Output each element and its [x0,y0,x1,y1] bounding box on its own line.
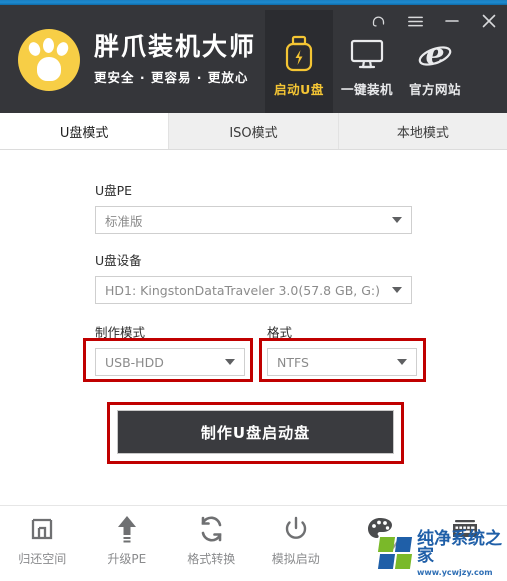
monitor-icon [350,31,384,77]
field-pe: U盘PE 标准版 [95,180,412,234]
mode-tabs: U盘模式 ISO模式 本地模式 [0,113,507,150]
application-window: 胖爪装机大师 更安全 · 更容易 · 更放心 启动U盘 一键装机 e 官方网站 … [0,0,507,581]
app-subtitle: 更安全 · 更容易 · 更放心 [94,69,249,85]
chevron-down-icon [392,217,402,223]
tool-upgrade-pe[interactable]: 升级PE [85,514,170,567]
keyboard-icon [451,514,479,544]
nav-label: 一键装机 [340,81,393,97]
tool-palette[interactable] [338,514,423,550]
close-icon[interactable] [479,11,499,31]
nav-item-usb-boot[interactable]: 启动U盘 [265,10,333,118]
tool-keyboard[interactable] [423,514,507,550]
power-simulate-icon [283,514,309,544]
tool-label: 模拟启动 [271,552,320,566]
tab-iso-mode[interactable]: ISO模式 [169,113,339,149]
usb-drive-icon [284,31,314,77]
upgrade-arrow-icon [115,514,139,544]
nav-label: 官方网站 [408,81,461,97]
tool-label: 格式转换 [187,552,236,566]
palette-icon [367,514,393,544]
tab-label: ISO模式 [229,125,278,141]
field-device: U盘设备 HD1: KingstonDataTraveler 3.0(57.8 … [95,250,412,304]
tool-label: 归还空间 [18,552,67,566]
tab-usb-mode[interactable]: U盘模式 [0,113,170,149]
tool-format-convert[interactable]: 格式转换 [169,514,254,567]
highlight-box-mode [83,338,253,382]
pe-label: U盘PE [95,183,133,198]
bottom-toolbar: 归还空间 升级PE 格式转换 模拟启动 [0,505,507,581]
nav-item-official-website[interactable]: e 官方网站 [401,10,469,118]
pe-select[interactable]: 标准版 [95,206,412,234]
device-select-value: HD1: KingstonDataTraveler 3.0(57.8 GB, G… [105,282,381,298]
chevron-down-icon [392,287,402,293]
device-select[interactable]: HD1: KingstonDataTraveler 3.0(57.8 GB, G… [95,276,412,304]
tab-label: U盘模式 [59,125,109,141]
tool-simulate-boot[interactable]: 模拟启动 [254,514,339,567]
format-convert-icon [198,514,225,544]
nav-item-one-click-install[interactable]: 一键装机 [333,10,401,118]
tool-label: 升级PE [107,552,147,566]
tool-restore-space[interactable]: 归还空间 [0,514,85,567]
app-header: 胖爪装机大师 更安全 · 更容易 · 更放心 启动U盘 一键装机 e 官方网站 [0,5,507,118]
app-title: 胖爪装机大师 [94,32,257,62]
brand: 胖爪装机大师 更安全 · 更容易 · 更放心 [18,29,256,91]
internet-explorer-icon: e [417,31,453,77]
highlight-box-make-button [107,402,404,464]
highlight-box-filesystem [259,338,426,382]
device-label: U盘设备 [95,253,142,268]
tab-local-mode[interactable]: 本地模式 [338,113,507,149]
nav-label: 启动U盘 [274,81,324,97]
primary-nav: 启动U盘 一键装机 e 官方网站 [265,10,469,118]
paw-logo-icon [18,29,80,91]
tab-label: 本地模式 [396,125,449,141]
restore-space-icon [29,514,55,544]
pe-select-value: 标准版 [105,213,143,229]
